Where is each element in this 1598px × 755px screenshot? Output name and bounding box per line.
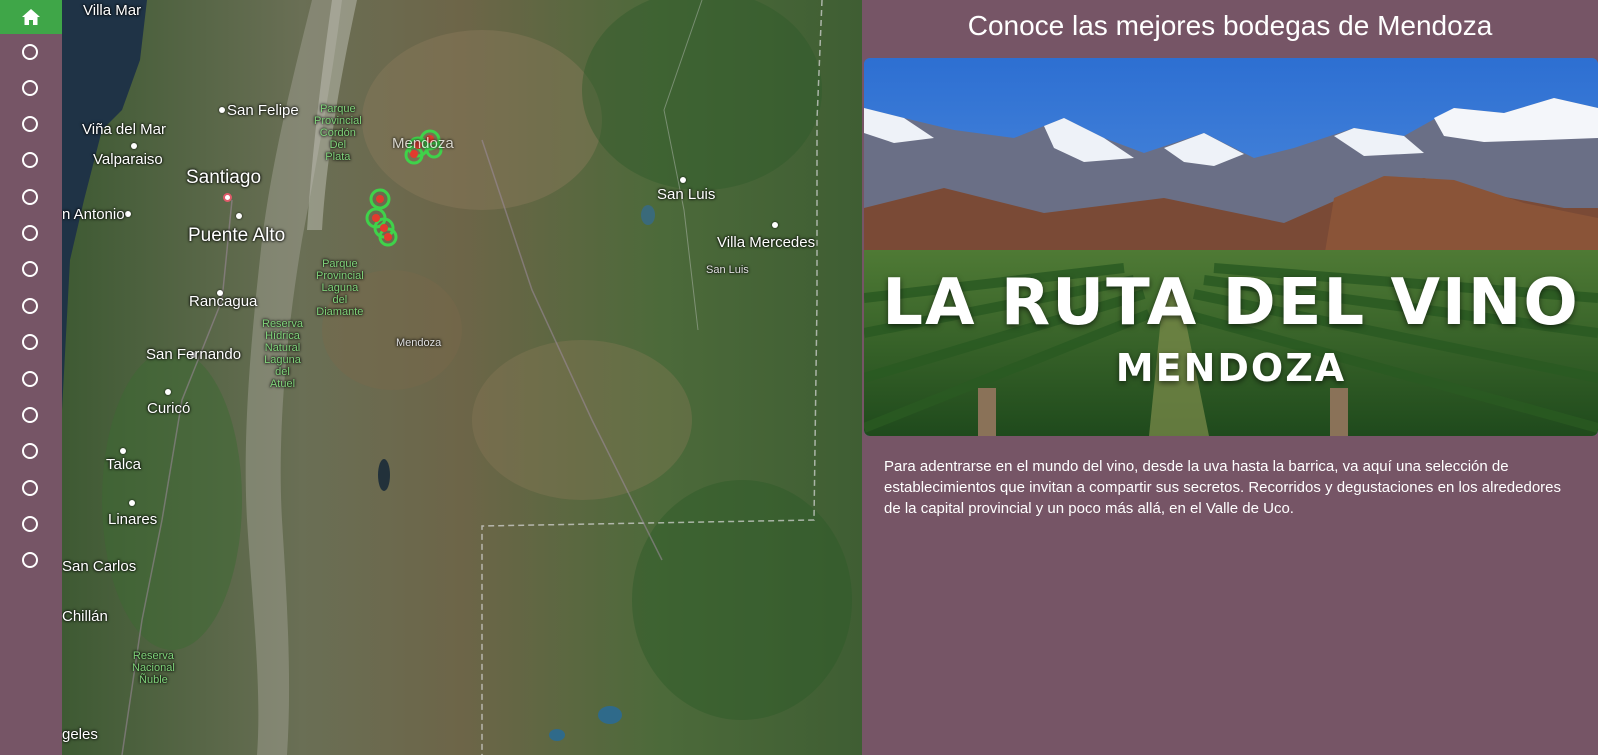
home-button[interactable]: [0, 0, 62, 34]
city-dot: [129, 500, 135, 506]
location-dot-8[interactable]: [22, 298, 38, 314]
location-dot-14[interactable]: [22, 516, 38, 532]
map-label-reserva-nuble: Reserva Nacional Ñuble: [132, 650, 175, 686]
map-label-san-antonio: n Antonio: [62, 206, 125, 223]
map-label-rancagua: Rancagua: [189, 293, 258, 310]
location-dot-7[interactable]: [22, 261, 38, 277]
map-label-santiago: Santiago: [186, 167, 262, 188]
location-dot-11[interactable]: [22, 407, 38, 423]
city-dot: [125, 211, 131, 217]
hero-title: LA RUTA DEL VINO: [882, 266, 1580, 340]
location-dot-1[interactable]: [22, 44, 38, 60]
map-label-chillan: Chillán: [62, 608, 108, 625]
map-label-linares: Linares: [108, 511, 158, 528]
city-dot: [120, 448, 126, 454]
location-dot-12[interactable]: [22, 443, 38, 459]
location-dot-6[interactable]: [22, 225, 38, 241]
map-label-san-felipe: San Felipe: [227, 102, 299, 119]
location-dot-13[interactable]: [22, 480, 38, 496]
map-label-san-luis: San Luis: [657, 186, 716, 203]
home-icon: [22, 9, 40, 25]
location-dot-9[interactable]: [22, 334, 38, 350]
map-label-curico: Curicó: [147, 400, 191, 417]
map-label-san-carlos: San Carlos: [62, 558, 137, 575]
city-dot: [772, 222, 778, 228]
map-label-talca: Talca: [106, 456, 142, 473]
info-panel: Conoce las mejores bodegas de Mendoza LA…: [862, 0, 1598, 755]
map-label-san-luis-region: San Luis: [706, 264, 749, 276]
location-dot-10[interactable]: [22, 371, 38, 387]
satellite-map[interactable]: Villa Mar San Felipe Viña del Mar Valpar…: [62, 0, 862, 755]
map-label-villa-mercedes: Villa Mercedes: [717, 234, 816, 251]
location-dot-4[interactable]: [22, 152, 38, 168]
map-label-mendoza-region: Mendoza: [396, 337, 442, 349]
map-label-mendoza-city: Mendoza: [392, 135, 454, 152]
location-dot-15[interactable]: [22, 552, 38, 568]
panel-description: Para adentrarse en el mundo del vino, de…: [884, 458, 1562, 517]
map-label-reserva-hidrica: Reserva Hídrica Natural Laguna del Atuel: [262, 318, 303, 390]
map-label-vina-del-mar: Viña del Mar: [82, 121, 166, 138]
map-label-angeles: geles: [62, 726, 98, 743]
map-label-park-laguna: Parque Provincial Laguna del Diamante: [316, 258, 364, 318]
hero-image: LA RUTA DEL VINO MENDOZA: [864, 58, 1598, 436]
map-label-top-fragment: Villa Mar: [83, 2, 142, 19]
location-dot-2[interactable]: [22, 80, 38, 96]
panel-title: Conoce las mejores bodegas de Mendoza: [967, 10, 1493, 41]
location-dot-3[interactable]: [22, 116, 38, 132]
map-label-puente-alto: Puente Alto: [188, 225, 286, 246]
map-label-san-fernando: San Fernando: [146, 346, 242, 363]
capital-marker: [223, 193, 232, 202]
sidebar: [0, 0, 62, 755]
location-dot-5[interactable]: [22, 189, 38, 205]
map-label-park-cordon: Parque Provincial Cordón Del Plata: [314, 103, 362, 163]
map-terrain: [62, 0, 862, 755]
city-dot: [219, 107, 225, 113]
city-dot: [236, 213, 242, 219]
city-dot: [131, 143, 137, 149]
map-label-valparaiso: Valparaiso: [93, 151, 163, 168]
hero-subtitle: MENDOZA: [1115, 346, 1347, 390]
city-dot: [680, 177, 686, 183]
city-dot: [165, 389, 171, 395]
